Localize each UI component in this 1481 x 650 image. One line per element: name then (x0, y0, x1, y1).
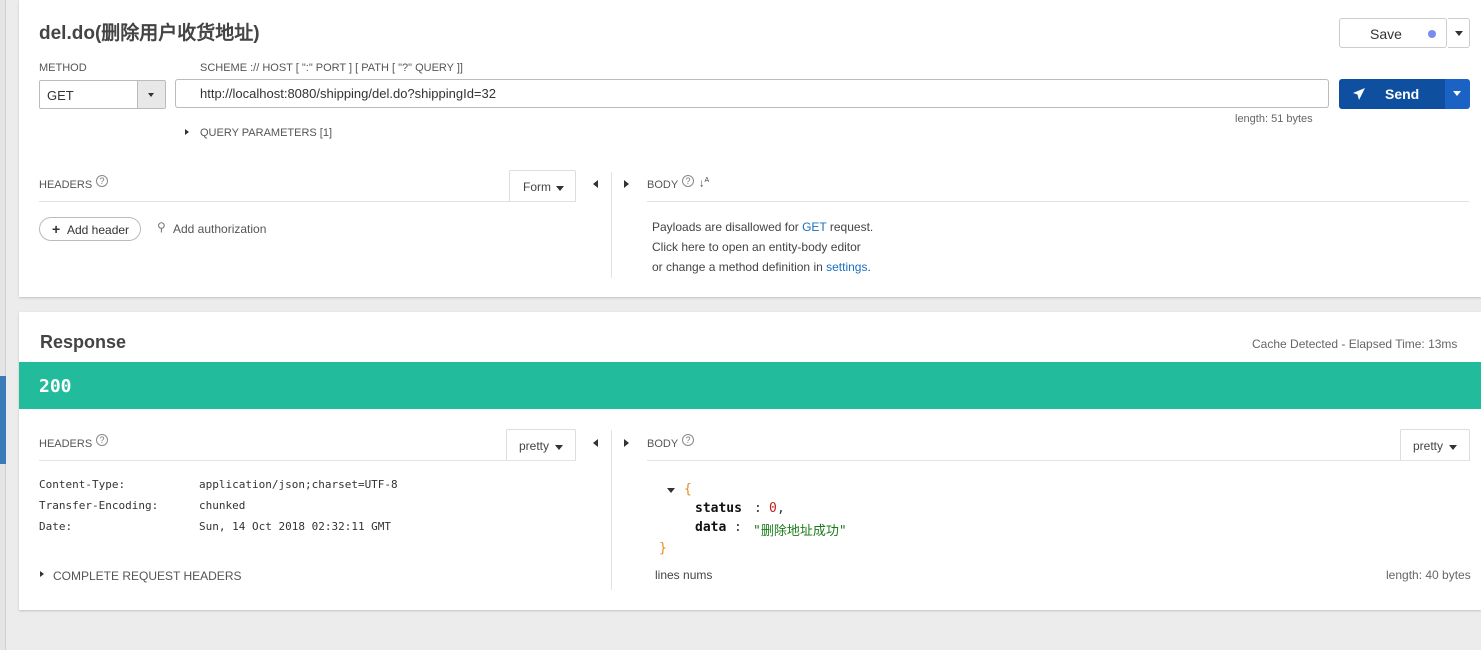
open-entity-editor-link[interactable]: Click here to open an entity-body editor (652, 240, 861, 254)
collapse-right-icon[interactable] (624, 180, 629, 188)
json-open-brace: { (684, 482, 692, 497)
json-value-data: "删除地址成功" (753, 524, 847, 539)
json-colon: : (734, 520, 742, 535)
json-close-brace: } (659, 541, 667, 556)
add-authorization-link[interactable]: ⚲ Add authorization (157, 220, 277, 238)
help-icon[interactable]: ? (96, 175, 108, 187)
add-header-button[interactable]: + Add header (39, 217, 141, 241)
response-body-mode-value: pretty (1413, 439, 1444, 453)
body-disallowed-message: Payloads are disallowed for GET request. (652, 220, 873, 234)
complete-request-headers-label: COMPLETE REQUEST HEADERS (53, 569, 242, 583)
query-parameters-toggle[interactable]: QUERY PARAMETERS [1] (185, 126, 345, 142)
json-comma: , (777, 501, 785, 516)
body-label: BODY (647, 179, 679, 191)
response-headers-label: HEADERS (39, 438, 93, 450)
header-value: application/json;charset=UTF-8 (199, 478, 398, 491)
collapse-left-icon[interactable] (593, 180, 598, 188)
response-body-mode-dropdown[interactable]: pretty (1400, 429, 1470, 461)
header-name: Date: (39, 520, 73, 533)
request-title: del.do(删除用户收货地址) (39, 23, 260, 44)
left-edge-panel (0, 0, 6, 650)
body-msg-suffix: request. (826, 220, 874, 234)
cache-elapsed-text: Cache Detected - Elapsed Time: 13ms (1252, 337, 1458, 351)
header-name: Content-Type: (39, 478, 126, 491)
method-label: METHOD (39, 62, 87, 74)
collapse-left-icon[interactable] (593, 439, 598, 447)
chevron-down-icon (1455, 31, 1463, 36)
plus-icon: + (52, 221, 61, 237)
response-body-divider (647, 460, 1469, 461)
status-bar: 200 (19, 362, 1481, 409)
response-title: Response (40, 332, 127, 352)
save-button[interactable]: Save (1339, 18, 1447, 48)
change-method-suffix: . (867, 260, 871, 274)
complete-request-headers-toggle[interactable]: COMPLETE REQUEST HEADERS (40, 568, 242, 584)
settings-link[interactable]: settings (826, 260, 867, 274)
collapse-json-icon[interactable] (667, 488, 675, 493)
response-headers-mode-dropdown[interactable]: pretty (506, 429, 576, 461)
help-icon[interactable]: ? (682, 175, 694, 187)
key-icon: ⚲ (157, 220, 166, 234)
unsaved-dot-icon (1428, 30, 1436, 38)
left-edge-marker (0, 376, 6, 464)
response-headers-divider (39, 460, 576, 461)
caret-right-icon (40, 571, 44, 577)
change-method-message: or change a method definition in setting… (652, 260, 871, 274)
json-key-data: data (695, 520, 727, 535)
lines-nums-toggle[interactable]: lines nums (655, 568, 712, 582)
save-options-button[interactable] (1448, 18, 1470, 48)
caret-down-icon (148, 93, 154, 97)
paper-plane-icon (1353, 88, 1365, 100)
headers-mode-value: Form (523, 180, 551, 194)
help-icon[interactable]: ? (682, 434, 694, 446)
send-button[interactable]: Send (1339, 79, 1445, 109)
method-value: GET (47, 88, 74, 103)
header-value: chunked (199, 499, 246, 512)
send-label: Send (1385, 86, 1420, 102)
status-code: 200 (39, 376, 72, 397)
caret-down-icon (1449, 445, 1457, 450)
url-format-label: SCHEME :// HOST [ ":" PORT ] [ PATH [ "?… (200, 62, 463, 74)
help-icon[interactable]: ? (96, 434, 108, 446)
body-msg-prefix: Payloads are disallowed for (652, 220, 803, 234)
response-panel: Response Cache Detected - Elapsed Time: … (19, 312, 1481, 610)
query-parameters-label: QUERY PARAMETERS [1] (200, 127, 333, 139)
chevron-down-icon (1453, 91, 1461, 96)
panel-splitter[interactable] (611, 172, 612, 278)
body-divider (647, 201, 1469, 202)
url-input[interactable] (175, 79, 1329, 108)
request-panel: del.do(删除用户收货地址) Save METHOD SCHEME :// … (19, 0, 1481, 297)
collapse-right-icon[interactable] (624, 439, 629, 447)
json-viewer: { status : 0 , data : "删除地址成功" } (655, 482, 955, 562)
json-colon: : (754, 501, 762, 516)
json-key-status: status (695, 501, 742, 516)
headers-divider (39, 201, 576, 202)
add-authorization-label: Add authorization (173, 222, 267, 236)
send-options-button[interactable] (1445, 79, 1470, 109)
change-method-prefix: or change a method definition in (652, 260, 827, 274)
method-dropdown-toggle[interactable] (137, 81, 165, 108)
caret-right-icon (185, 129, 189, 135)
response-length: length: 40 bytes (1386, 568, 1471, 582)
header-name: Transfer-Encoding: (39, 499, 159, 512)
response-panel-splitter[interactable] (611, 430, 612, 590)
method-select[interactable]: GET (39, 80, 166, 109)
json-value-status: 0 (769, 501, 777, 516)
response-headers-mode-value: pretty (519, 439, 550, 453)
body-msg-method: GET (802, 220, 827, 234)
add-header-label: Add header (67, 223, 130, 237)
sort-icon[interactable]: ↓A (699, 177, 709, 190)
header-value: Sun, 14 Oct 2018 02:32:11 GMT (199, 520, 392, 533)
caret-down-icon (555, 445, 563, 450)
request-length: length: 51 bytes (1235, 113, 1313, 125)
headers-mode-dropdown[interactable]: Form (509, 170, 576, 202)
save-label: Save (1370, 26, 1402, 42)
headers-label: HEADERS (39, 179, 93, 191)
caret-down-icon (556, 186, 564, 191)
response-body-label: BODY (647, 438, 679, 450)
